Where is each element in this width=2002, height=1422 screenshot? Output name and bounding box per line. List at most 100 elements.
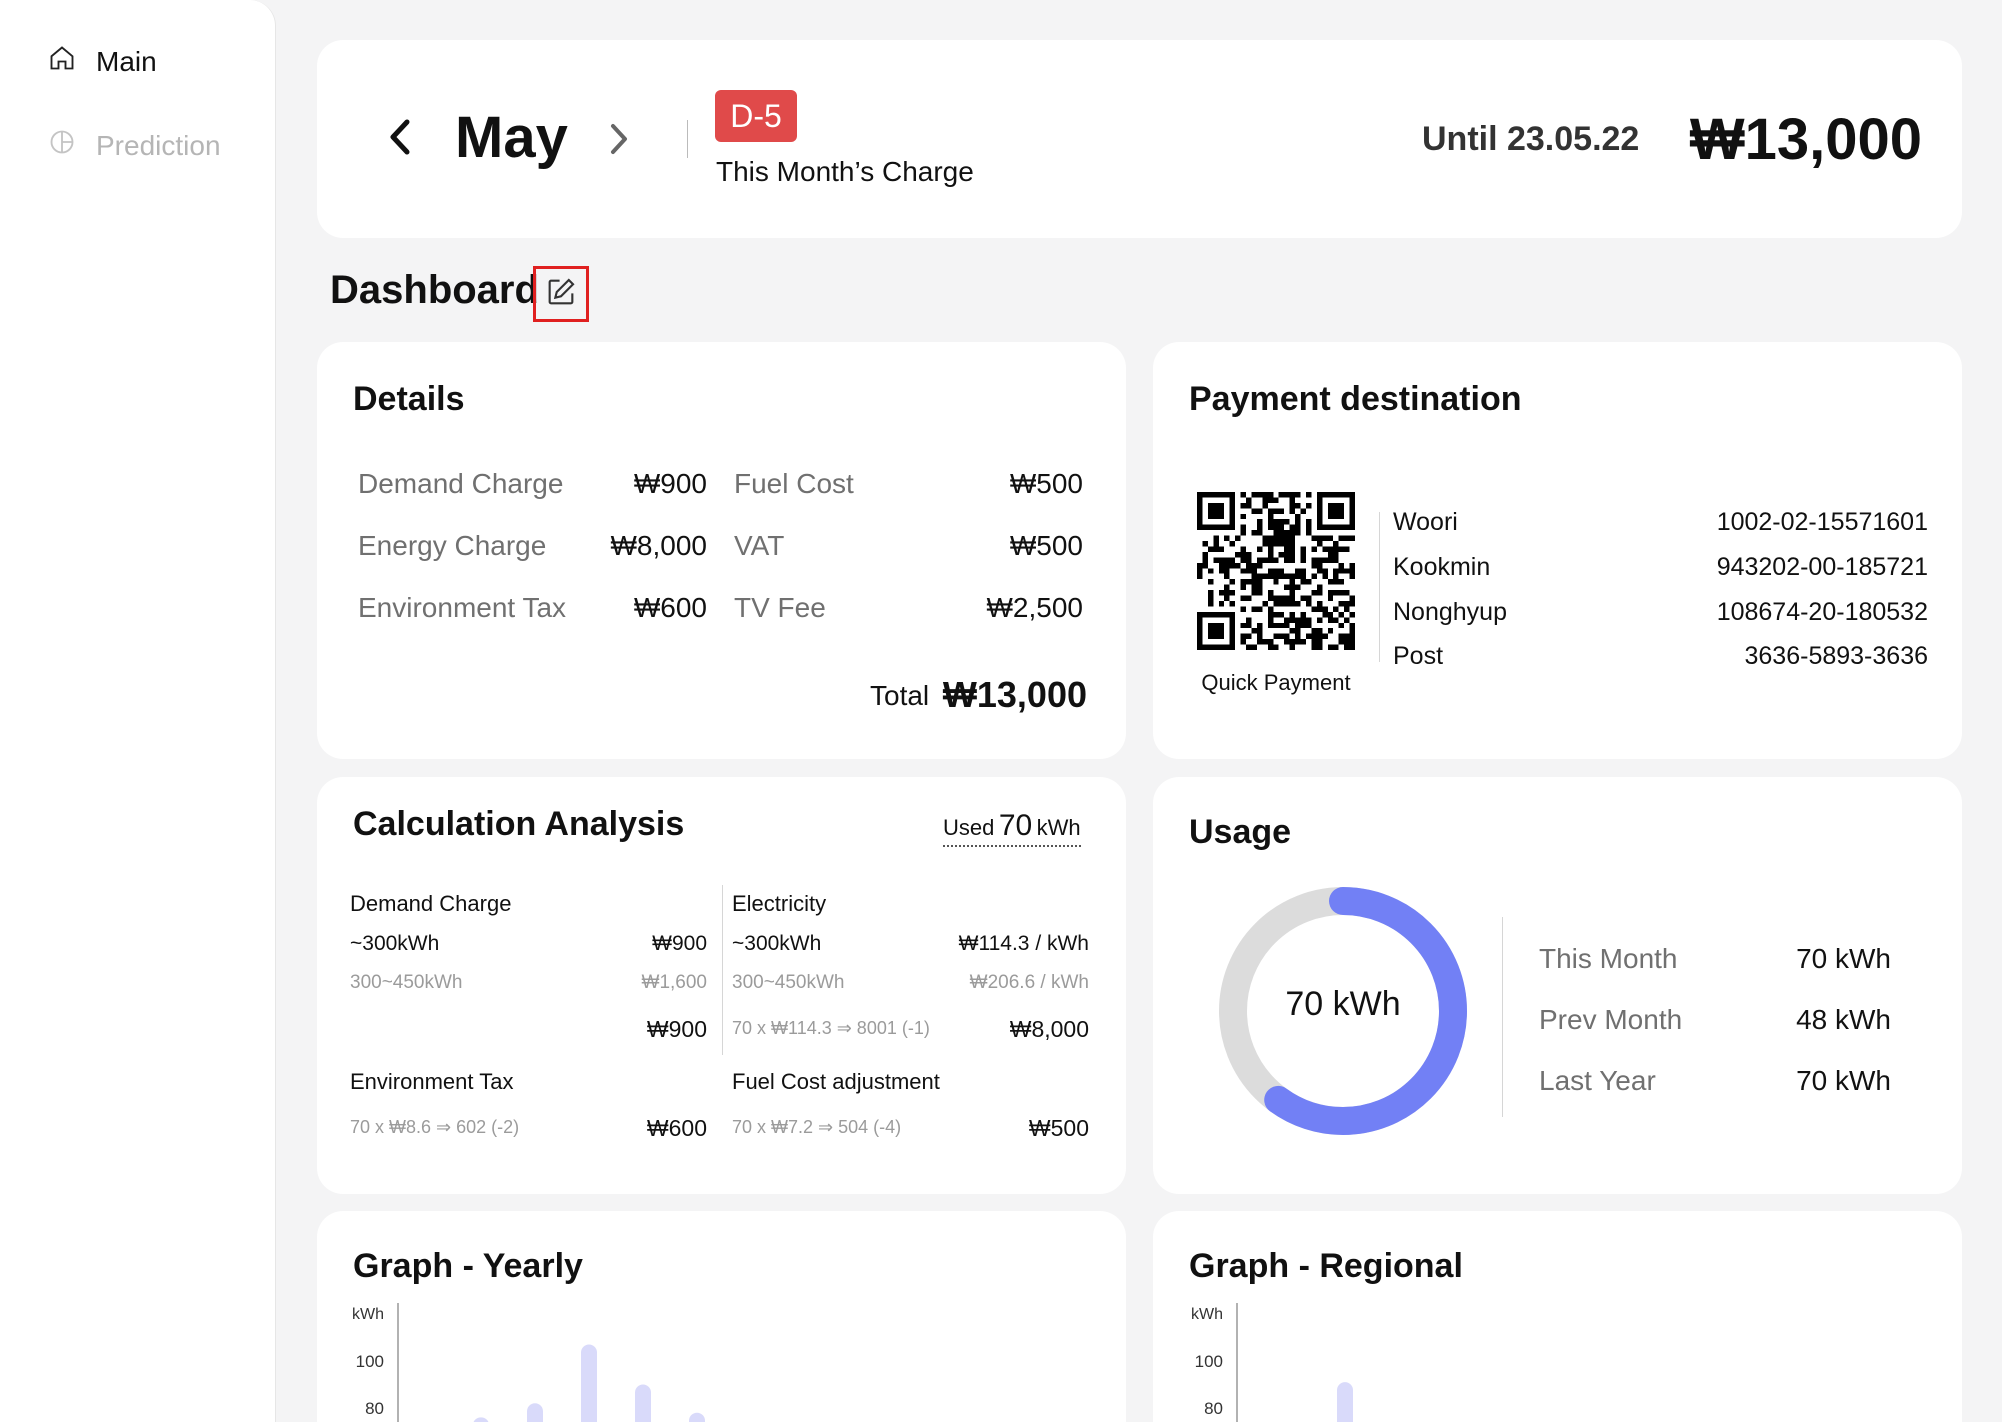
bank-account: 1002-02-15571601 (1716, 508, 1928, 536)
calc-formula: 70 x ₩7.2 ⇒ 504 (-4) (732, 1117, 902, 1137)
calc-section-total: ₩600 (646, 1115, 707, 1141)
month-label: May (455, 105, 568, 170)
y-axis-label: kWh (1191, 1306, 1223, 1323)
details-label: Fuel Cost (734, 468, 854, 499)
edit-icon (544, 275, 578, 314)
calc-row-value: ₩900 (652, 932, 707, 955)
pie-chart-icon (48, 128, 76, 163)
chevron-left-icon[interactable] (389, 118, 411, 161)
calc-title: Calculation Analysis (353, 805, 685, 843)
bank-name: Woori (1393, 508, 1458, 536)
graph-regional-card: Graph - Regional kWh 100 80 (1153, 1211, 1962, 1422)
calc-row-label: ~300kWh (350, 932, 440, 955)
sidebar-item-label: Prediction (96, 129, 221, 161)
used-label: Used (943, 815, 995, 840)
details-label: Environment Tax (358, 592, 567, 623)
payment-title: Payment destination (1189, 380, 1522, 418)
used-unit: kWh (1036, 815, 1081, 840)
y-tick-label: 80 (365, 1399, 384, 1418)
usage-card: Usage 70 kWh This Month 70 kWh Prev Mont… (1153, 777, 1962, 1194)
graph-regional-chart: kWh 100 80 (1191, 1303, 1353, 1422)
chart-bar (635, 1384, 651, 1422)
divider (687, 120, 688, 158)
calc-section-title: Environment Tax (350, 1069, 514, 1094)
calc-row-value: ₩1,600 (641, 972, 707, 993)
y-tick-label: 100 (1195, 1352, 1223, 1371)
calc-row-value: ₩114.3 / kWh (958, 932, 1089, 955)
details-value: ₩600 (633, 592, 707, 623)
used-indicator: Used 70 kWh (943, 809, 1081, 847)
details-label: VAT (734, 530, 785, 561)
calc-section-title: Demand Charge (350, 891, 512, 916)
usage-donut: 70 kWh (1213, 881, 1473, 1141)
edit-button[interactable] (533, 266, 589, 322)
dashboard-title: Dashboard (330, 268, 539, 312)
divider (1379, 512, 1380, 662)
chart-bar (689, 1412, 705, 1422)
usage-row-label: Prev Month (1539, 1004, 1683, 1035)
sidebar-item-label: Main (96, 45, 157, 77)
bank-account: 943202-00-185721 (1716, 553, 1928, 581)
graph-yearly-card: Graph - Yearly kWh 100 80 (317, 1211, 1126, 1422)
bank-account: 3636-5893-3636 (1744, 642, 1929, 670)
details-label: TV Fee (734, 592, 826, 623)
until-date: Until 23.05.22 (1422, 120, 1640, 158)
calc-formula: 70 x ₩8.6 ⇒ 602 (-2) (350, 1117, 520, 1137)
y-tick-label: 80 (1204, 1399, 1223, 1418)
bank-name: Nonghyup (1393, 598, 1507, 626)
chart-bar (473, 1417, 489, 1422)
calc-row-label: 300~450kWh (350, 972, 463, 993)
calc-section-total: ₩500 (1028, 1115, 1089, 1141)
calc-section-title: Fuel Cost adjustment (732, 1069, 940, 1094)
usage-center-value: 70 kWh (1285, 985, 1401, 1023)
calc-row-label: ~300kWh (732, 932, 822, 955)
used-value: 70 (998, 809, 1033, 842)
chart-bar (527, 1403, 543, 1422)
bank-account: 108674-20-180532 (1716, 598, 1928, 626)
usage-row-value: 70 kWh (1796, 943, 1891, 974)
graph-yearly-chart: kWh 100 80 (352, 1303, 705, 1422)
chart-bar (1337, 1382, 1353, 1422)
sidebar-item-main[interactable]: Main (48, 44, 157, 79)
home-icon (48, 44, 76, 79)
calc-row-label: 300~450kWh (732, 972, 845, 993)
usage-row-label: This Month (1539, 943, 1678, 974)
details-value: ₩8,000 (610, 530, 708, 561)
header-card: May D-5 This Month’s Charge Until 23.05.… (317, 40, 1962, 238)
details-value: ₩900 (633, 468, 707, 499)
calc-section-title: Electricity (732, 891, 827, 916)
chart-bar (581, 1344, 597, 1422)
sidebar: Main Prediction (0, 0, 276, 1422)
details-label: Energy Charge (358, 530, 547, 561)
divider (1502, 917, 1503, 1117)
payment-card: Payment destination Quick Payment Woori … (1153, 342, 1962, 759)
header-subtitle: This Month’s Charge (716, 156, 974, 187)
divider (722, 885, 723, 1055)
calc-row-value: ₩206.6 / kWh (969, 972, 1089, 993)
usage-title: Usage (1189, 813, 1292, 851)
calculation-card: Calculation Analysis Used 70 kWh Demand … (317, 777, 1126, 1194)
y-tick-label: 100 (356, 1352, 384, 1371)
calc-section-total: ₩900 (646, 1016, 707, 1042)
details-value: ₩2,500 (986, 592, 1084, 623)
usage-row-value: 48 kWh (1796, 1004, 1891, 1035)
usage-row-label: Last Year (1539, 1065, 1656, 1096)
chevron-right-icon[interactable] (609, 122, 629, 161)
qr-caption: Quick Payment (1201, 670, 1351, 695)
details-label: Demand Charge (358, 468, 564, 499)
due-badge: D-5 (715, 90, 797, 142)
bank-name: Kookmin (1393, 553, 1491, 581)
details-value: ₩500 (1009, 530, 1083, 561)
details-value: ₩500 (1009, 468, 1083, 499)
bank-name: Post (1393, 642, 1444, 670)
total-value: ₩13,000 (942, 674, 1087, 715)
details-card: Details Demand Charge ₩900 Energy Charge… (317, 342, 1126, 759)
details-title: Details (353, 380, 465, 418)
calc-section-total: ₩8,000 (1009, 1016, 1089, 1042)
header-amount: ₩13,000 (1689, 107, 1922, 172)
sidebar-item-prediction[interactable]: Prediction (48, 128, 221, 163)
usage-row-value: 70 kWh (1796, 1065, 1891, 1096)
qr-code[interactable] (1197, 492, 1355, 650)
y-axis-label: kWh (352, 1306, 384, 1323)
calc-formula: 70 x ₩114.3 ⇒ 8001 (-1) (732, 1018, 930, 1038)
